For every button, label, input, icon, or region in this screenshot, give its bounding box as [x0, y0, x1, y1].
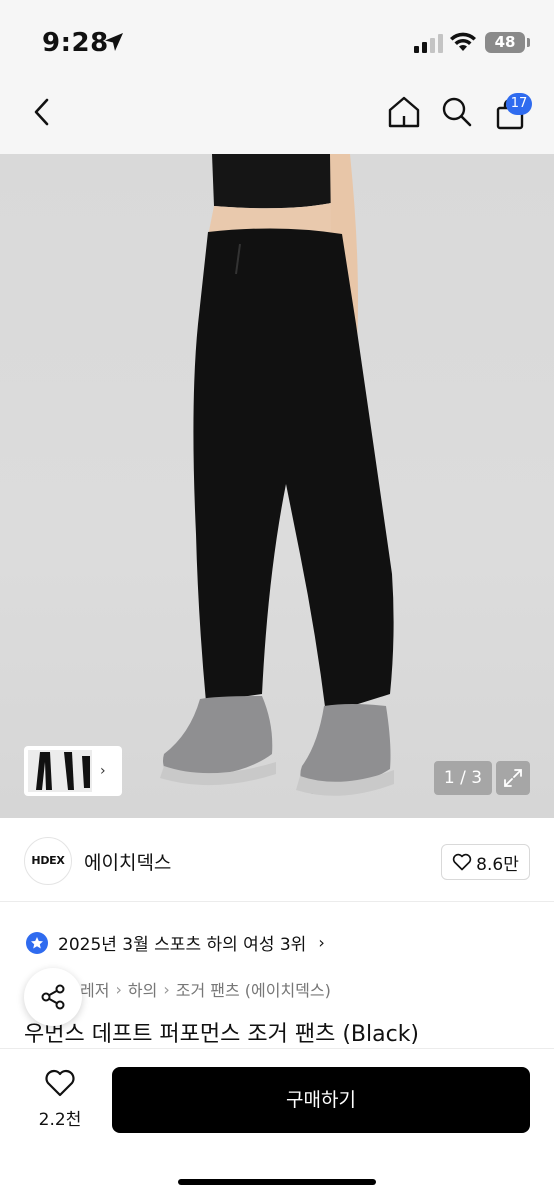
expand-gallery-button[interactable] — [496, 761, 530, 795]
breadcrumb-item[interactable]: 하의 — [128, 977, 157, 1001]
product-image[interactable] — [0, 154, 554, 818]
share-button[interactable] — [24, 968, 82, 1026]
brand-row[interactable]: HDEX 에이치덱스 8.6만 — [0, 818, 554, 902]
star-badge-icon — [26, 931, 48, 954]
home-indicator — [178, 1179, 376, 1185]
status-bar: 9:28 48 — [0, 0, 554, 88]
heart-icon — [45, 1069, 75, 1097]
brand-name[interactable]: 에이치덱스 — [84, 848, 171, 875]
breadcrumb-item[interactable]: 레저 — [80, 977, 109, 1001]
search-button[interactable] — [438, 94, 476, 130]
wifi-icon — [450, 32, 476, 51]
breadcrumb-item[interactable]: 조거 팬츠 (에이치덱스) — [176, 977, 331, 1001]
thumbnail-pants-icon — [36, 752, 90, 790]
ranking-link[interactable]: 2025년 3월 스포츠 하의 여성 3위 › — [26, 930, 325, 955]
product-photo-jogger-pants — [160, 154, 394, 796]
bottom-action-bar: 2.2천 구매하기 — [0, 1048, 554, 1200]
back-button[interactable] — [26, 96, 58, 128]
home-icon — [388, 96, 420, 128]
chevron-left-icon — [34, 98, 49, 126]
brand-like-button[interactable]: 8.6만 — [441, 844, 530, 880]
share-icon — [41, 984, 65, 1010]
cellular-signal-icon — [414, 34, 443, 53]
search-icon — [442, 97, 472, 127]
gallery-page-counter: 1 / 3 — [434, 761, 492, 795]
status-time: 9:28 — [42, 28, 109, 58]
chevron-right-icon: › — [318, 933, 325, 952]
battery-indicator: 48 — [485, 32, 525, 53]
chevron-right-icon: › — [115, 979, 122, 999]
brand-like-count: 8.6만 — [476, 854, 519, 875]
wishlist-count: 2.2천 — [38, 1110, 82, 1130]
expand-icon — [504, 769, 522, 787]
thumbnail-strip[interactable]: › — [24, 746, 122, 796]
location-arrow-icon — [105, 33, 123, 51]
product-title: 우먼스 데프트 퍼포먼스 조거 팬츠 (Black) — [24, 1022, 420, 1047]
brand-logo[interactable]: HDEX — [24, 837, 72, 885]
home-button[interactable] — [384, 94, 424, 130]
chevron-right-icon: › — [100, 763, 106, 779]
battery-cap — [527, 38, 530, 47]
heart-icon — [452, 853, 472, 871]
ranking-text: 2025년 3월 스포츠 하의 여성 3위 — [58, 935, 307, 955]
thumbnail-image[interactable] — [28, 750, 92, 792]
buy-button[interactable]: 구매하기 — [112, 1067, 530, 1133]
wishlist-button[interactable]: 2.2천 — [30, 1069, 90, 1130]
chevron-right-icon: › — [163, 979, 170, 999]
cart-count-badge: 17 — [506, 93, 532, 115]
breadcrumb: 레저 › 하의 › 조거 팬츠 (에이치덱스) — [80, 977, 331, 1001]
